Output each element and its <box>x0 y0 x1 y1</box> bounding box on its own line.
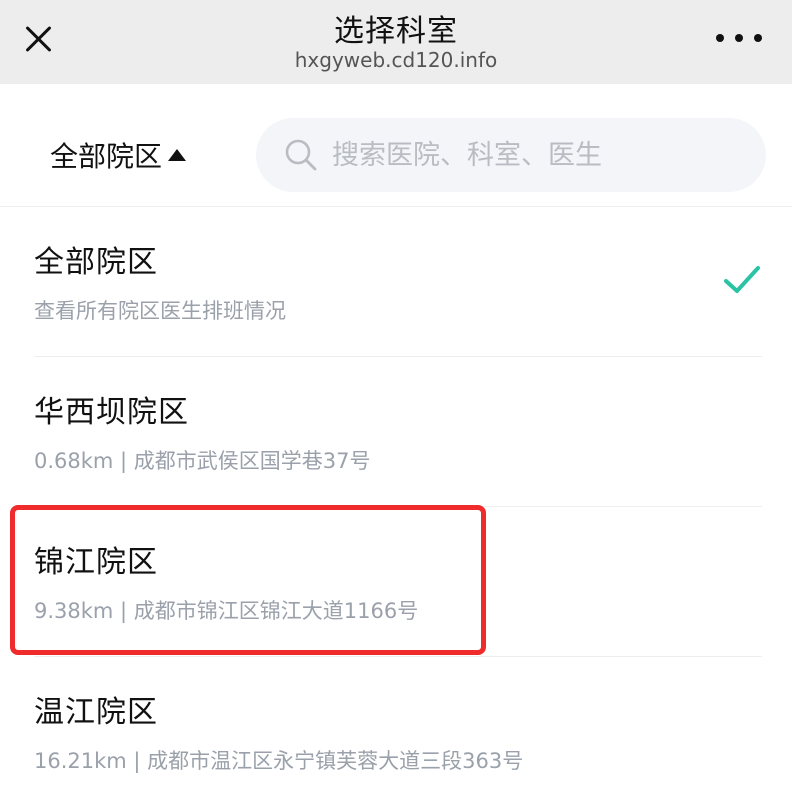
more-options-icon[interactable] <box>716 30 762 46</box>
search-bar[interactable] <box>256 118 766 192</box>
filter-bar: 全部院区 <box>0 100 792 210</box>
campus-list: 全部院区 查看所有院区医生排班情况 华西坝院区 0.68km | 成都市武侯区国… <box>0 207 792 798</box>
dot-icon <box>754 34 762 42</box>
campus-dropdown[interactable]: 全部院区 <box>50 135 187 175</box>
campus-name: 锦江院区 <box>34 545 158 580</box>
campus-item-jinjiang[interactable]: 锦江院区 9.38km | 成都市锦江区锦江大道1166号 <box>0 507 792 657</box>
dot-icon <box>716 34 724 42</box>
campus-item-all[interactable]: 全部院区 查看所有院区医生排班情况 <box>0 207 792 357</box>
campus-distance-address: 16.21km | 成都市温江区永宁镇芙蓉大道三段363号 <box>34 749 524 773</box>
campus-dropdown-label: 全部院区 <box>50 140 163 173</box>
campus-name: 温江院区 <box>34 695 158 730</box>
campus-item-wenjiang[interactable]: 温江院区 16.21km | 成都市温江区永宁镇芙蓉大道三段363号 <box>0 657 792 798</box>
check-icon <box>724 266 760 293</box>
search-icon <box>284 138 318 172</box>
campus-item-huaxiba[interactable]: 华西坝院区 0.68km | 成都市武侯区国学巷37号 <box>0 357 792 507</box>
campus-distance-address: 0.68km | 成都市武侯区国学巷37号 <box>34 449 371 473</box>
caret-up-icon <box>168 149 187 161</box>
campus-name: 全部院区 <box>34 245 158 280</box>
page-title: 选择科室 <box>334 14 458 49</box>
campus-name: 华西坝院区 <box>34 395 189 430</box>
page-domain: hxgyweb.cd120.info <box>294 48 498 72</box>
campus-distance-address: 9.38km | 成都市锦江区锦江大道1166号 <box>34 599 419 623</box>
search-input[interactable] <box>332 139 732 171</box>
top-bar: 选择科室 hxgyweb.cd120.info <box>0 0 792 84</box>
campus-description: 查看所有院区医生排班情况 <box>34 299 286 323</box>
dot-icon <box>735 34 743 42</box>
